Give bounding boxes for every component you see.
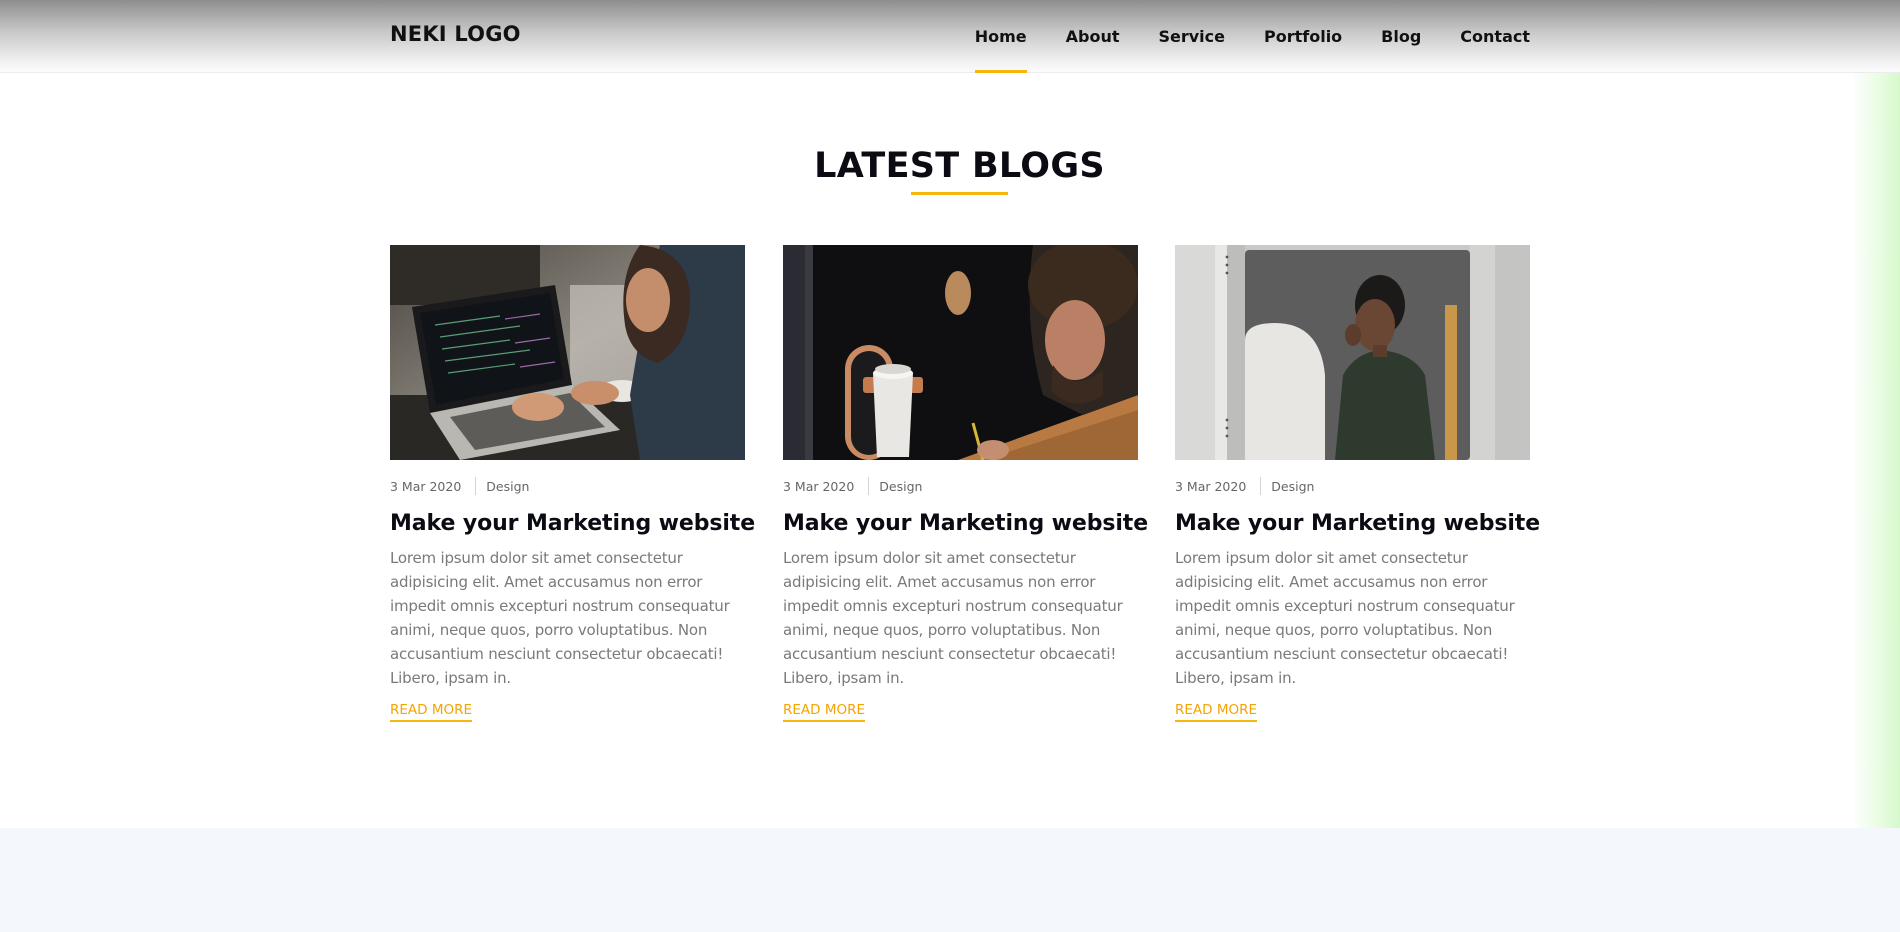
post-title[interactable]: Make your Marketing website: [783, 511, 1148, 536]
post-meta: 3 Mar 2020 Design: [390, 477, 745, 495]
post-excerpt: Lorem ipsum dolor sit amet consectetur a…: [390, 549, 730, 687]
post-category[interactable]: Design: [486, 479, 529, 494]
meta-divider: [475, 477, 477, 495]
post-category[interactable]: Design: [879, 479, 922, 494]
blog-card: 3 Mar 2020 Design Make your Marketing we…: [783, 245, 1148, 722]
read-more-link[interactable]: READ MORE: [390, 702, 473, 722]
site-header: NEKI LOGO Home About Service Portfolio B…: [0, 0, 1900, 73]
post-title[interactable]: Make your Marketing website: [1175, 511, 1540, 536]
section-title: LATEST BLOGS: [814, 146, 1105, 186]
edge-glow-decoration: [1852, 73, 1900, 828]
post-date: 3 Mar 2020: [1175, 478, 1247, 494]
nav-item-service[interactable]: Service: [1158, 0, 1225, 73]
meta-divider: [1260, 477, 1262, 495]
post-excerpt: Lorem ipsum dolor sit amet consectetur a…: [1175, 549, 1515, 687]
post-meta: 3 Mar 2020 Design: [783, 477, 1138, 495]
main-nav: Home About Service Portfolio Blog Contac…: [974, 0, 1530, 73]
nav-item-portfolio[interactable]: Portfolio: [1264, 0, 1342, 73]
nav-item-contact[interactable]: Contact: [1460, 0, 1530, 73]
read-more-link[interactable]: READ MORE: [1175, 702, 1258, 722]
nav-item-blog[interactable]: Blog: [1381, 0, 1421, 73]
post-excerpt: Lorem ipsum dolor sit amet consectetur a…: [783, 549, 1123, 687]
nav-item-about[interactable]: About: [1066, 0, 1120, 73]
blog-card: 3 Mar 2020 Design Make your Marketing we…: [390, 245, 755, 722]
post-meta: 3 Mar 2020 Design: [1175, 477, 1530, 495]
post-category[interactable]: Design: [1271, 479, 1314, 494]
blog-image-person-writing[interactable]: [783, 245, 1138, 460]
nav-item-home[interactable]: Home: [974, 0, 1027, 73]
meta-divider: [868, 477, 870, 495]
site-logo[interactable]: NEKI LOGO: [390, 22, 521, 46]
blog-image-person-on-phone[interactable]: [1175, 245, 1530, 460]
section-title-underline: [911, 192, 1008, 195]
post-title[interactable]: Make your Marketing website: [390, 511, 755, 536]
blog-image-person-coding[interactable]: [390, 245, 745, 460]
post-date: 3 Mar 2020: [390, 478, 462, 494]
read-more-link[interactable]: READ MORE: [783, 702, 866, 722]
blog-card: 3 Mar 2020 Design Make your Marketing we…: [1175, 245, 1540, 722]
post-date: 3 Mar 2020: [783, 478, 855, 494]
footer-band: [0, 828, 1900, 932]
